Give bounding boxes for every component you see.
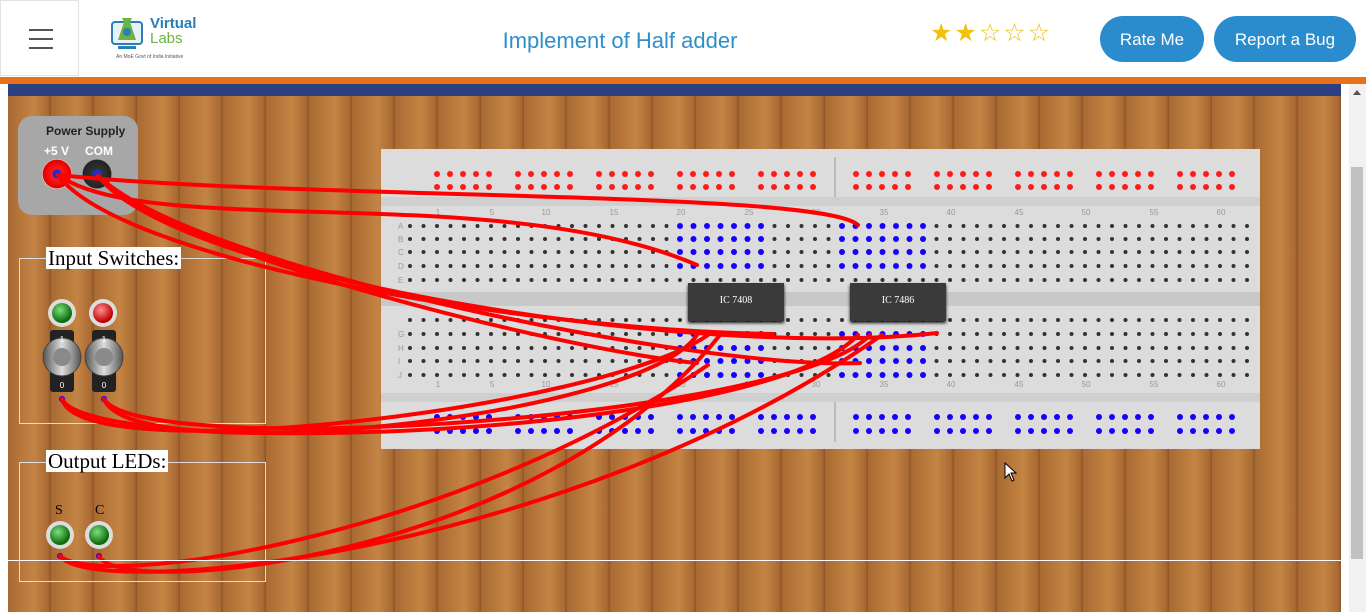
rate-me-button[interactable]: Rate Me (1100, 16, 1204, 62)
star-icon[interactable]: ☆ (1003, 20, 1027, 46)
led-s (46, 521, 74, 549)
star-rating[interactable]: ★★☆☆☆ (930, 20, 1052, 46)
mouse-cursor-icon (1004, 462, 1018, 482)
star-icon[interactable]: ★ (930, 20, 954, 46)
ic-7486-chip[interactable]: IC 7486 (850, 283, 946, 321)
star-icon[interactable]: ☆ (979, 20, 1003, 46)
led-c (85, 521, 113, 549)
breadboard (381, 149, 1260, 449)
star-icon[interactable]: ★ (954, 20, 978, 46)
output-led-widgets (46, 521, 113, 559)
report-bug-button[interactable]: Report a Bug (1214, 16, 1356, 62)
vertical-scrollbar[interactable] (1349, 84, 1366, 612)
ic-7408-chip[interactable]: IC 7408 (688, 283, 784, 321)
led-c-terminal[interactable] (96, 553, 102, 559)
workspace-divider (8, 560, 1341, 561)
scrollbar-thumb[interactable] (1351, 167, 1363, 559)
star-icon[interactable]: ☆ (1028, 20, 1052, 46)
led-s-terminal[interactable] (57, 553, 63, 559)
page-title: Implement of Half adder (502, 28, 738, 53)
scroll-up-icon[interactable] (1353, 90, 1361, 95)
